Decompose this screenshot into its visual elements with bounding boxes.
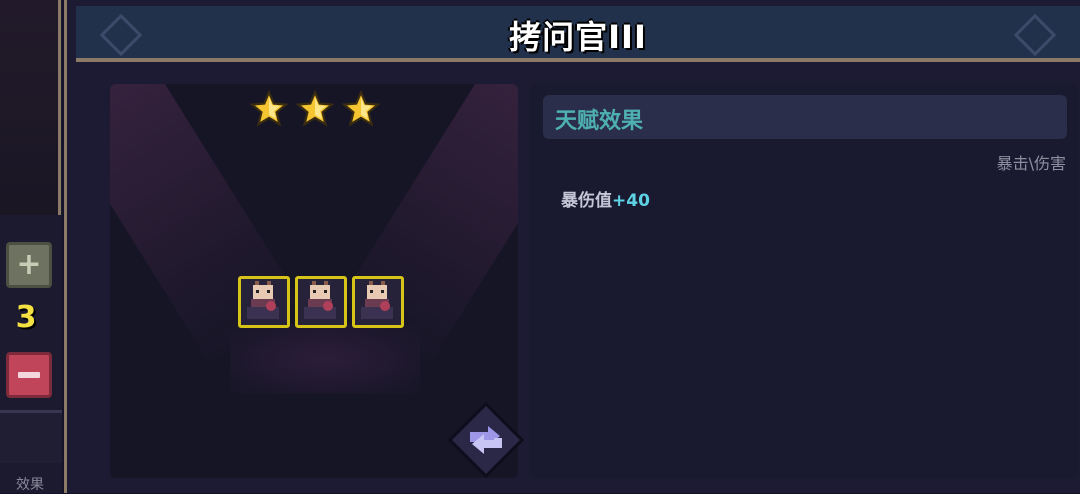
effect-label: 暴伤值 — [561, 191, 612, 211]
talent-panel — [530, 84, 1078, 478]
stage-floor-glow — [230, 324, 420, 394]
side-bottom-label: 效果 — [16, 477, 44, 493]
torturer-unit-icon — [361, 281, 393, 319]
plus-icon: + — [16, 247, 42, 282]
unit-card[interactable] — [238, 276, 290, 328]
talent-title: 天赋效果 — [555, 109, 644, 134]
star-icon — [250, 90, 288, 128]
swap-arrows-icon — [447, 401, 525, 479]
title-bar: 拷问官III — [76, 6, 1080, 62]
unit-card[interactable] — [295, 276, 347, 328]
swap-button[interactable] — [447, 401, 525, 479]
count-value: 3 — [15, 300, 37, 335]
talent-header: 天赋效果 — [543, 95, 1067, 139]
talent-effect: 暴伤值+40 — [561, 186, 650, 211]
torturer-unit-icon — [304, 281, 336, 319]
minus-icon — [18, 372, 40, 378]
increase-button[interactable]: + — [6, 242, 52, 288]
unit-row — [238, 276, 404, 328]
side-strip-top — [0, 0, 61, 215]
star-icon — [296, 90, 334, 128]
star-rating — [240, 90, 390, 134]
side-strip-bottom — [0, 410, 62, 463]
star-icon — [342, 90, 380, 128]
page-title: 拷问官III — [509, 18, 647, 56]
decrease-button[interactable] — [6, 352, 52, 398]
talent-tags: 暴击\伤害 — [996, 154, 1066, 173]
torturer-unit-icon — [247, 281, 279, 319]
unit-card[interactable] — [352, 276, 404, 328]
effect-value: +40 — [612, 191, 650, 211]
